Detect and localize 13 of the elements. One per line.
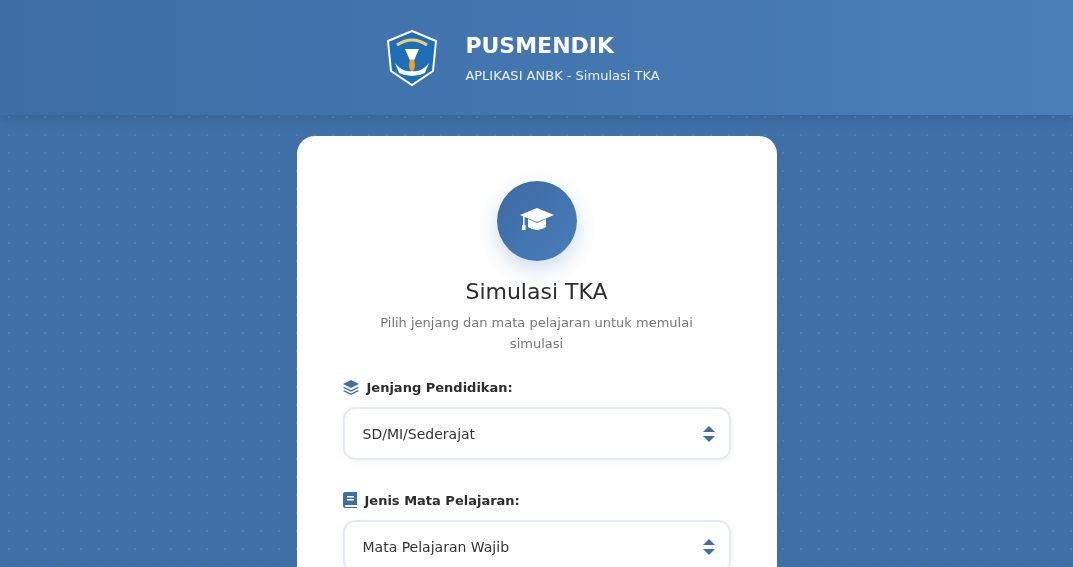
field-label: Jenjang Pendidikan: — [366, 380, 513, 395]
card-title: Simulasi TKA — [465, 279, 608, 304]
card-subtitle: Pilih jenjang dan mata pelajaran untuk memulai simulasi — [379, 314, 694, 353]
sort-caret-icon — [702, 425, 715, 442]
layers-icon — [342, 380, 359, 395]
app-subtitle: APLIKASI ANBK - Simulasi TKA — [465, 67, 660, 83]
sort-caret-icon — [702, 538, 715, 555]
app-title: PUSMENDIK — [465, 32, 616, 58]
book-icon — [342, 492, 357, 508]
select-field[interactable]: Mata Pelajaran Wajib — [342, 520, 731, 567]
select-field[interactable]: SD/MI/Sederajat — [342, 407, 731, 460]
graduation-cap-icon — [496, 181, 577, 261]
field-label: Jenis Mata Pelajaran: — [364, 492, 520, 508]
